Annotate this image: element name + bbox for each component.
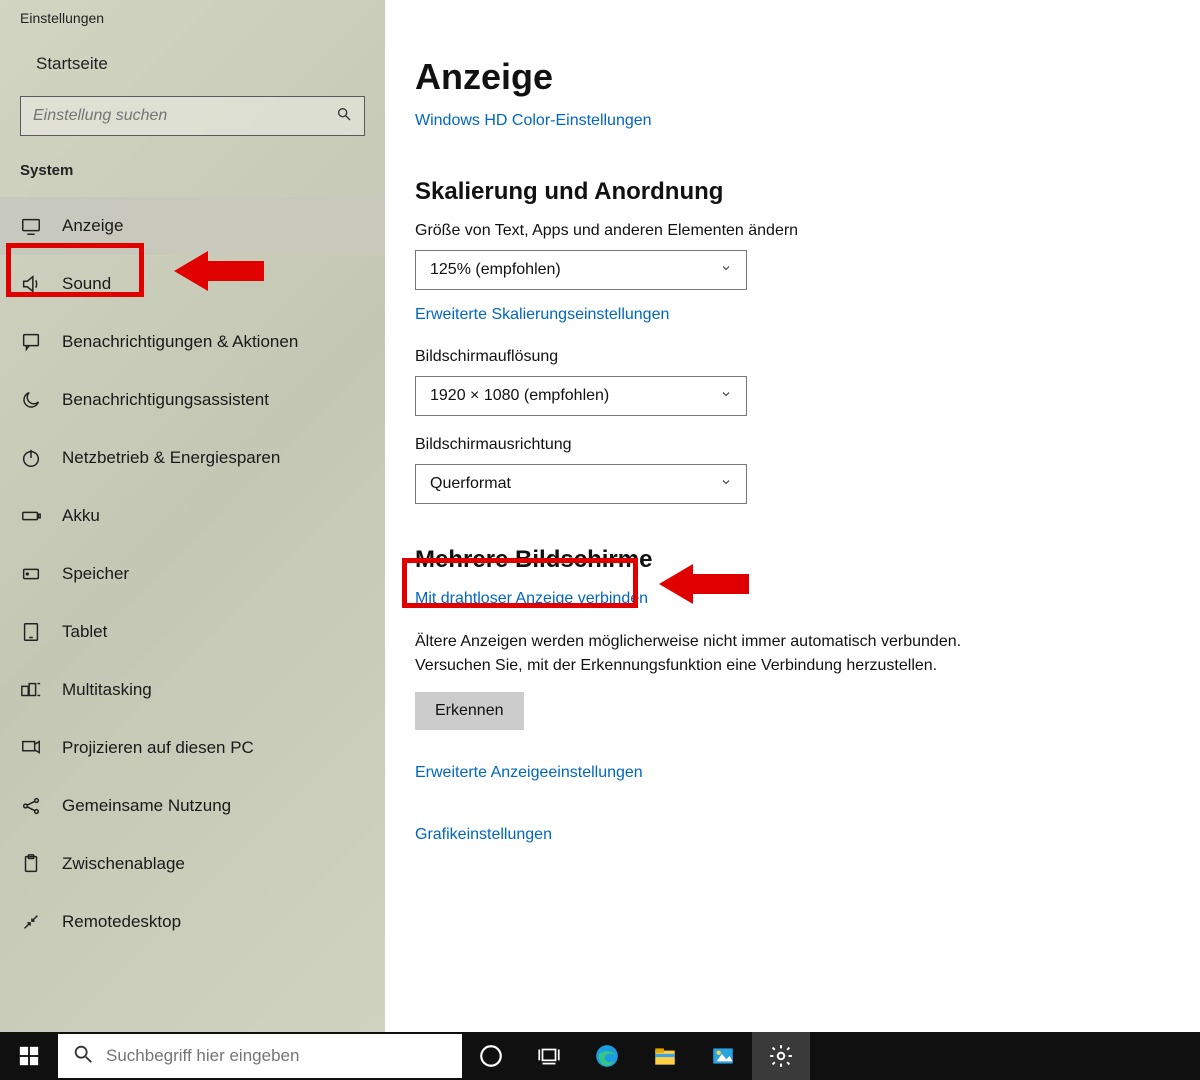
main-inner: Anzeige Windows HD Color-Einstellungen S… — [385, 0, 1200, 878]
display-icon — [20, 215, 42, 237]
window-title: Einstellungen — [0, 0, 385, 40]
sidebar-item-benachrichtigungen[interactable]: Benachrichtigungen & Aktionen — [0, 313, 385, 371]
sidebar-item-label: Speicher — [62, 564, 129, 584]
sidebar-item-tablet[interactable]: Tablet — [0, 603, 385, 661]
project-icon — [20, 737, 42, 759]
notifications-icon — [20, 331, 42, 353]
sidebar-home-label: Startseite — [36, 54, 108, 74]
sidebar-home[interactable]: Startseite — [0, 40, 385, 92]
taskbar-search-input[interactable] — [106, 1046, 448, 1066]
sidebar-item-netzbetrieb[interactable]: Netzbetrieb & Energiesparen — [0, 429, 385, 487]
main-content: Anzeige Windows HD Color-Einstellungen S… — [385, 0, 1200, 1032]
advanced-scaling-link[interactable]: Erweiterte Skalierungseinstellungen — [415, 306, 669, 324]
resolution-label: Bildschirmauflösung — [415, 348, 1160, 366]
older-displays-text: Ältere Anzeigen werden möglicherweise ni… — [415, 630, 975, 678]
sidebar-item-multitasking[interactable]: Multitasking — [0, 661, 385, 719]
taskbar-edge[interactable] — [578, 1032, 636, 1080]
sidebar-item-label: Projizieren auf diesen PC — [62, 738, 254, 758]
sidebar-nav: Anzeige Sound Benachrichtigungen & Aktio… — [0, 197, 385, 951]
multitask-icon — [20, 679, 42, 701]
app-root: Einstellungen Startseite System Anzeige — [0, 0, 1200, 1080]
sidebar-item-label: Netzbetrieb & Energiesparen — [62, 448, 280, 468]
power-icon — [20, 447, 42, 469]
sidebar-item-akku[interactable]: Akku — [0, 487, 385, 545]
sidebar-item-anzeige[interactable]: Anzeige — [0, 197, 385, 255]
scale-label: Größe von Text, Apps und anderen Element… — [415, 222, 1160, 240]
search-box[interactable] — [20, 96, 365, 136]
sidebar-item-label: Benachrichtigungsassistent — [62, 390, 269, 410]
sound-icon — [20, 273, 42, 295]
taskbar-photos[interactable] — [694, 1032, 752, 1080]
share-icon — [20, 795, 42, 817]
sidebar-item-benachrichtigungsassistent[interactable]: Benachrichtigungsassistent — [0, 371, 385, 429]
orientation-value: Querformat — [430, 475, 511, 493]
sidebar-item-zwischenablage[interactable]: Zwischenablage — [0, 835, 385, 893]
sidebar-item-projizieren[interactable]: Projizieren auf diesen PC — [0, 719, 385, 777]
chevron-down-icon — [720, 387, 732, 405]
multi-heading: Mehrere Bildschirme — [415, 546, 1160, 574]
sidebar-item-remotedesktop[interactable]: Remotedesktop — [0, 893, 385, 951]
taskbar-explorer[interactable] — [636, 1032, 694, 1080]
chevron-down-icon — [720, 261, 732, 279]
sidebar-item-label: Tablet — [62, 622, 107, 642]
taskbar-taskview[interactable] — [520, 1032, 578, 1080]
scale-dropdown[interactable]: 125% (empfohlen) — [415, 250, 747, 290]
hd-color-link[interactable]: Windows HD Color-Einstellungen — [415, 112, 652, 130]
remote-icon — [20, 911, 42, 933]
tablet-icon — [20, 621, 42, 643]
sidebar-item-label: Anzeige — [62, 216, 123, 236]
sidebar-item-label: Sound — [62, 274, 111, 294]
scaling-heading: Skalierung und Anordnung — [415, 178, 1160, 206]
taskbar-search[interactable] — [58, 1034, 462, 1078]
start-button[interactable] — [0, 1032, 58, 1080]
storage-icon — [20, 563, 42, 585]
sidebar-item-sound[interactable]: Sound — [0, 255, 385, 313]
sidebar-item-label: Remotedesktop — [62, 912, 181, 932]
sidebar-item-label: Akku — [62, 506, 100, 526]
sidebar-section-label: System — [0, 154, 385, 191]
search-icon — [72, 1043, 94, 1070]
sidebar-item-label: Gemeinsame Nutzung — [62, 796, 231, 816]
taskbar-cortana[interactable] — [462, 1032, 520, 1080]
scale-value: 125% (empfohlen) — [430, 261, 561, 279]
graphics-link[interactable]: Grafikeinstellungen — [415, 826, 1160, 844]
detect-button[interactable]: Erkennen — [415, 692, 524, 730]
work-area: Einstellungen Startseite System Anzeige — [0, 0, 1200, 1032]
orientation-dropdown[interactable]: Querformat — [415, 464, 747, 504]
sidebar-item-label: Zwischenablage — [62, 854, 185, 874]
orientation-label: Bildschirmausrichtung — [415, 436, 1160, 454]
sidebar-item-speicher[interactable]: Speicher — [0, 545, 385, 603]
chevron-down-icon — [720, 475, 732, 493]
resolution-value: 1920 × 1080 (empfohlen) — [430, 387, 609, 405]
taskbar — [0, 1032, 1200, 1080]
sidebar-item-label: Benachrichtigungen & Aktionen — [62, 332, 298, 352]
battery-icon — [20, 505, 42, 527]
search-input[interactable] — [33, 107, 336, 125]
sidebar-item-gemeinsame-nutzung[interactable]: Gemeinsame Nutzung — [0, 777, 385, 835]
sidebar: Einstellungen Startseite System Anzeige — [0, 0, 385, 1032]
page-title: Anzeige — [415, 56, 1160, 98]
wireless-link[interactable]: Mit drahtloser Anzeige verbinden — [415, 590, 648, 608]
search-icon — [336, 106, 352, 127]
bottom-links: Erweiterte Anzeigeeinstellungen Grafikei… — [415, 764, 1160, 848]
clipboard-icon — [20, 853, 42, 875]
moon-icon — [20, 389, 42, 411]
advanced-display-link[interactable]: Erweiterte Anzeigeeinstellungen — [415, 764, 1160, 782]
resolution-dropdown[interactable]: 1920 × 1080 (empfohlen) — [415, 376, 747, 416]
sidebar-item-label: Multitasking — [62, 680, 152, 700]
taskbar-settings[interactable] — [752, 1032, 810, 1080]
